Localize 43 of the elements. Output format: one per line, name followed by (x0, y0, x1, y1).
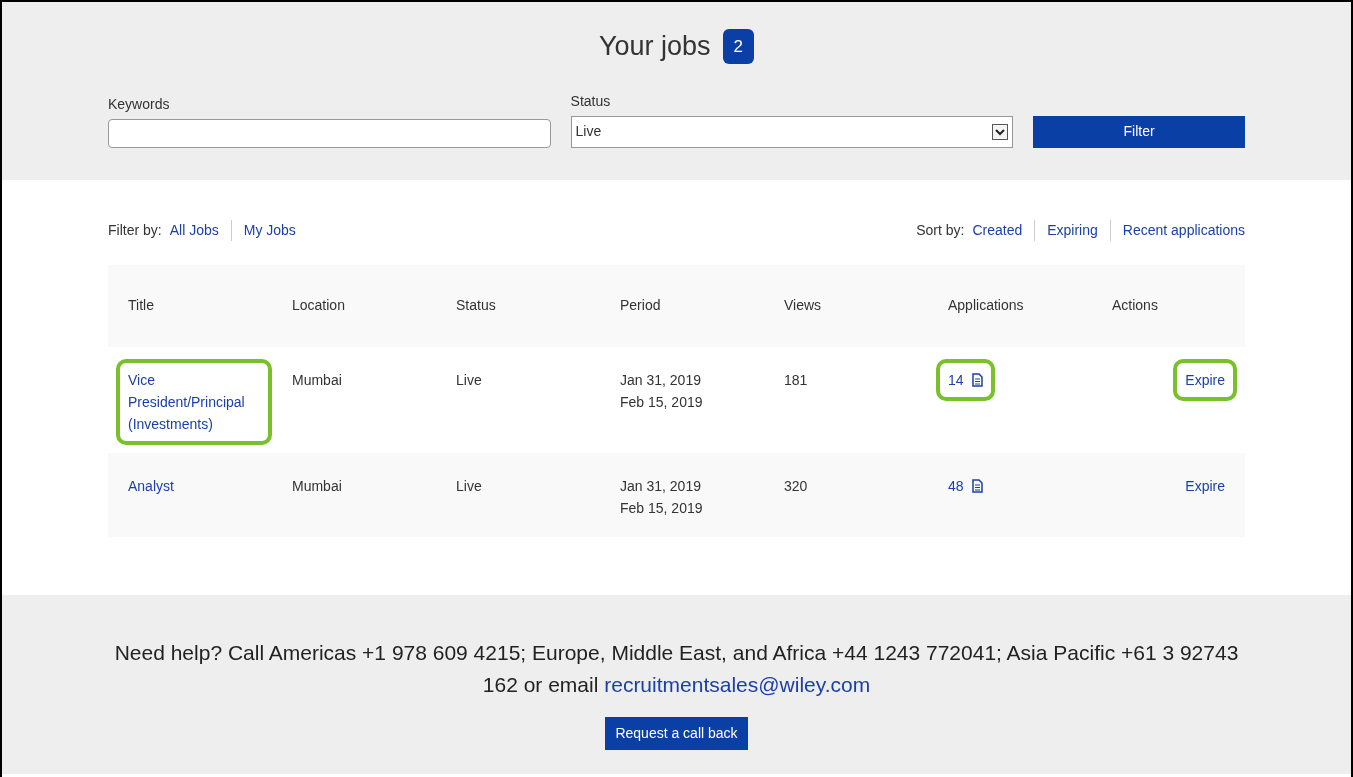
table-cell-text: Live (456, 370, 483, 390)
expire-link[interactable]: Expire (1185, 474, 1225, 497)
period-start: Jan 31, 2019 (620, 476, 702, 496)
document-icon (971, 372, 983, 387)
filter-button[interactable]: Filter (1033, 115, 1245, 148)
period-end: Feb 15, 2019 (620, 392, 704, 412)
period-end: Feb 15, 2019 (620, 498, 704, 518)
table-cell-text: Mumbai (292, 476, 343, 496)
filter-by-label: Filter by: (108, 220, 162, 240)
sort-link[interactable]: Expiring (1034, 219, 1110, 241)
table-cell-text: 320 (784, 476, 809, 496)
column-header: Applications (948, 296, 1025, 315)
table-cell-text: Mumbai (292, 370, 343, 390)
page-title: Your jobs (598, 30, 711, 63)
job-title-link[interactable]: Analyst (128, 474, 260, 497)
applications-link[interactable]: 14 (948, 368, 983, 391)
job-count: 2 (722, 28, 755, 64)
field-label: Keywords (108, 94, 171, 114)
field-label: Status (570, 91, 612, 111)
period-start: Jan 31, 2019 (620, 370, 702, 390)
help-text: Need help? Call Americas +1 978 609 4215; Europe, Middle East, and Africa +44 1243 772041; Asia Pacific +61 3 92743 162 or email recruitmentsales@wiley.com (113, 639, 1240, 698)
table-cell-text: 181 (784, 370, 809, 390)
request-call-button[interactable]: Request a call back (605, 716, 748, 750)
expire-link[interactable]: Expire (1185, 368, 1225, 391)
column-header: Views (784, 296, 823, 315)
column-header: Period (620, 296, 662, 315)
job-title-link[interactable]: Vice President/Principal (Investments) (128, 368, 260, 435)
column-header: Status (456, 296, 497, 315)
sort-link[interactable]: Recent applications (1109, 219, 1245, 241)
email-link[interactable]: recruitmentsales@wiley.com (604, 672, 871, 696)
chevron-down-icon (992, 123, 1009, 140)
sort-by-label: Sort by: (916, 220, 965, 240)
table-cell-text: Live (456, 476, 483, 496)
applications-link[interactable]: 48 (948, 474, 983, 497)
column-header: Title (128, 296, 155, 315)
status-dropdown[interactable]: Live (570, 115, 1014, 148)
column-header: Location (292, 296, 346, 315)
filter-link[interactable]: My Jobs (230, 219, 308, 241)
filter-link[interactable]: All Jobs (169, 219, 231, 241)
document-icon (971, 478, 983, 493)
sort-link[interactable]: Created (972, 219, 1035, 241)
column-header: Actions (1112, 296, 1159, 315)
keywords-field[interactable] (108, 118, 551, 148)
